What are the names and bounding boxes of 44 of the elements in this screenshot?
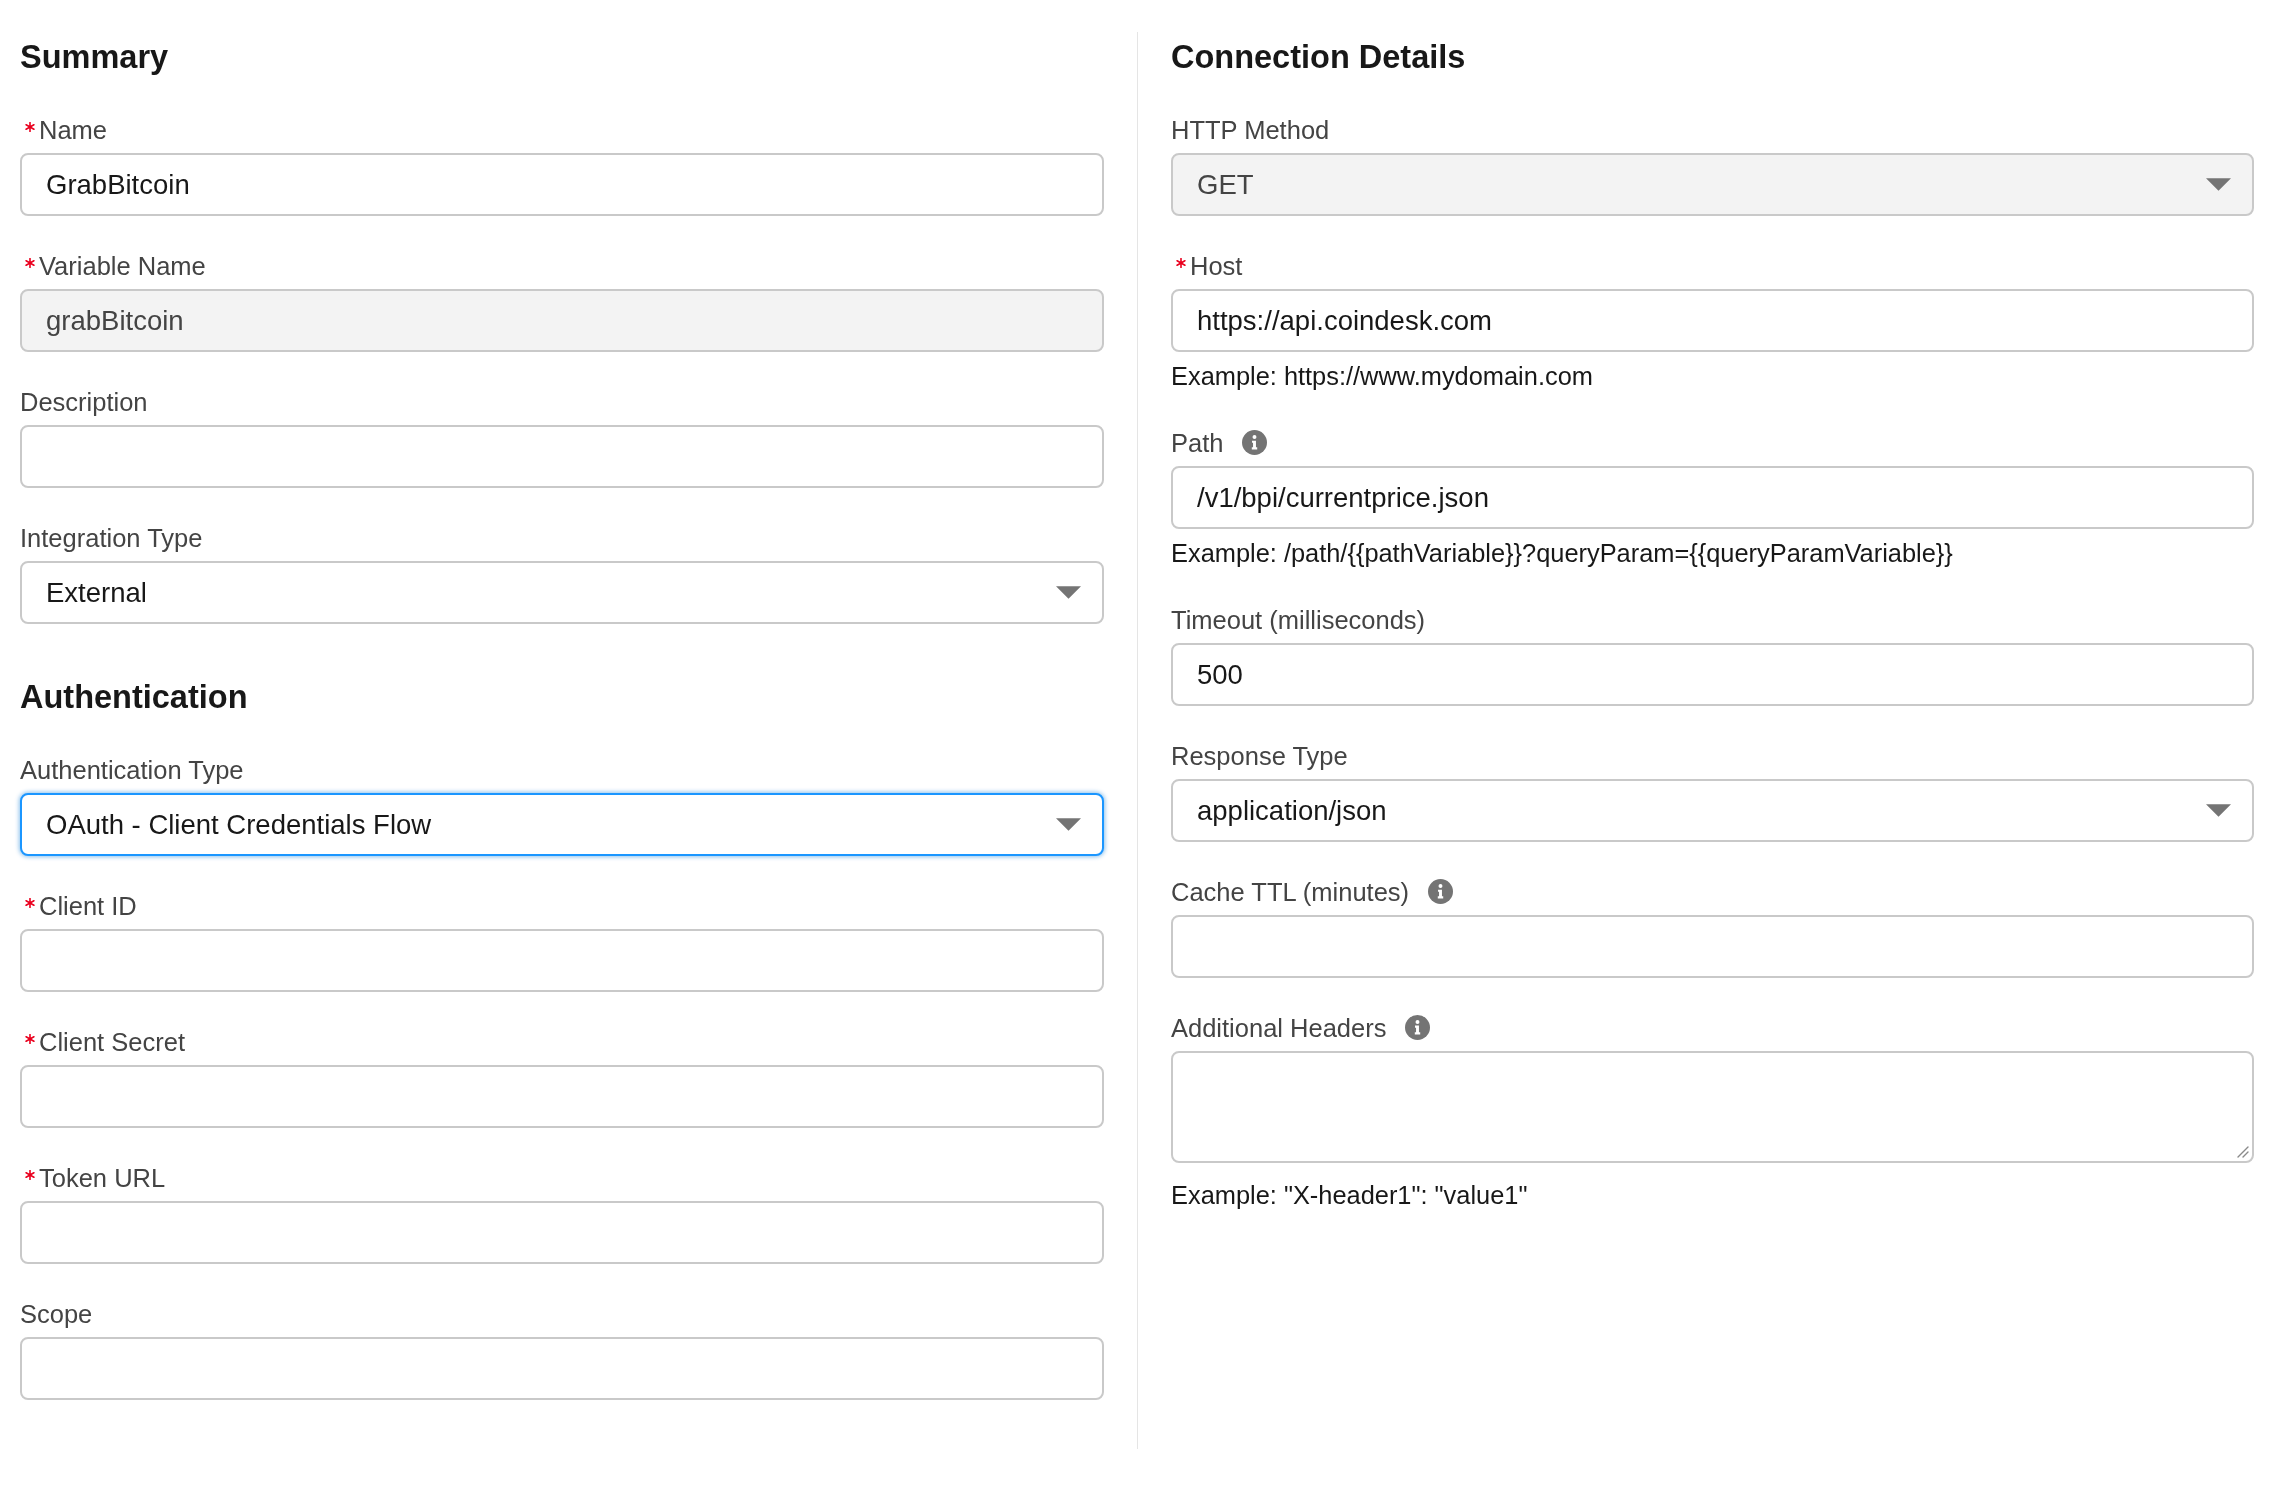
field-label: Integration Type [20,523,203,554]
field-label: Scope [20,1299,93,1330]
section-heading: Summary [20,38,170,77]
field-label: Additional Headers [1171,1013,1387,1044]
input-field[interactable] [20,929,1104,992]
field-label: Variable Name [39,251,206,282]
input-field[interactable]: /v1/bpi/currentprice.json [1171,466,2254,529]
field-label: HTTP Method [1171,115,1330,146]
caret-icon [2206,178,2231,191]
field-label: Client Secret [39,1027,185,1058]
help-text: Example: https://www.mydomain.com [1171,361,1594,392]
caret-icon [1056,586,1081,599]
field-label: Client ID [39,891,137,922]
textarea-field[interactable] [1171,1051,2254,1163]
field-label: Description [20,387,148,418]
field-label: Authentication Type [20,755,244,786]
select-field[interactable]: OAuth - Client Credentials Flow [20,793,1104,856]
info-icon[interactable] [1405,1014,1431,1040]
select-field[interactable]: External [20,561,1104,624]
caret-icon [1056,818,1081,831]
input-field[interactable] [20,425,1104,488]
input-field[interactable] [1171,915,2254,978]
input-field[interactable] [20,1337,1104,1400]
select-field[interactable]: application/json [1171,779,2254,842]
field-label: Path [1171,428,1224,459]
input-field[interactable] [20,1201,1104,1264]
field-label: Name [39,115,108,146]
input-field[interactable]: GrabBitcoin [20,153,1104,216]
input-field[interactable]: 500 [1171,643,2254,706]
field-label: Host [1190,251,1243,282]
field-label: Timeout (milliseconds) [1171,605,1426,636]
field-label: Response Type [1171,741,1348,772]
info-icon[interactable] [1428,878,1454,904]
caret-icon [2206,804,2231,817]
help-text: Example: /path/{{pathVariable}}?queryParam={{queryParamVariable}} [1171,538,1954,569]
help-text: Example: "X-header1": "value1" [1171,1180,1529,1211]
section-heading: Authentication [20,678,249,717]
input-field[interactable] [20,1065,1104,1128]
input-field[interactable]: https://api.coindesk.com [1171,289,2254,352]
info-icon[interactable] [1242,429,1268,455]
field-label: Cache TTL (minutes) [1171,877,1410,908]
field-label: Token URL [39,1163,166,1194]
section-heading: Connection Details [1171,38,1467,77]
resize-grip-icon[interactable] [2235,1144,2249,1158]
